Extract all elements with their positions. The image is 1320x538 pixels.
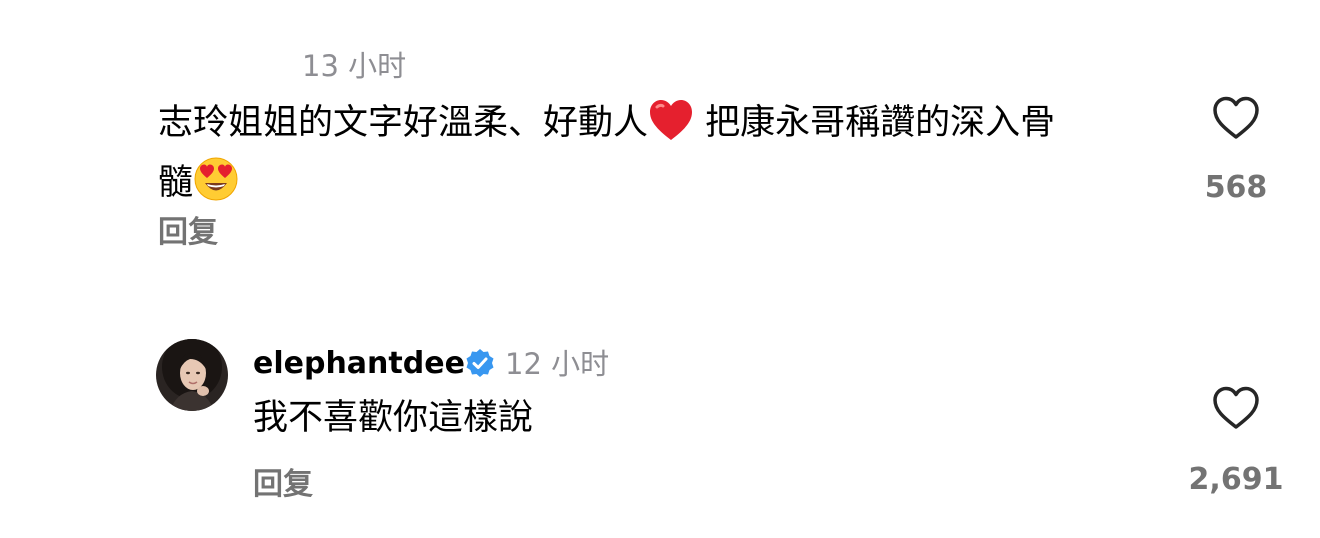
verified-badge-icon xyxy=(465,348,495,382)
like-count: 568 xyxy=(1204,170,1268,205)
reply-button[interactable]: 回复 xyxy=(253,470,313,500)
comment-text-part: 把康永哥稱讚的深入骨 xyxy=(705,103,1056,143)
comment-text-part: 志玲姐姐的文字好溫柔、好動人 xyxy=(158,103,649,143)
heart-outline-icon xyxy=(1213,96,1259,139)
comments-section: 13 小时 志玲姐姐的文字好溫柔、好動人 把康永哥稱讚的深入骨髓 回复 568 xyxy=(0,0,1320,538)
heart-eyes-face-icon xyxy=(193,156,239,216)
heart-outline-icon xyxy=(1213,386,1259,429)
like-count: 2,691 xyxy=(1188,462,1284,497)
comment-timestamp: 12 小时 xyxy=(505,347,610,381)
comment-timestamp: 13 小时 xyxy=(302,49,407,83)
comment-text-part: 髓 xyxy=(158,163,194,203)
red-heart-icon xyxy=(648,98,694,156)
comment-text: 志玲姐姐的文字好溫柔、好動人 把康永哥稱讚的深入骨髓 xyxy=(158,98,1158,216)
comment-text: 我不喜歡你這樣說 xyxy=(253,398,534,438)
reply-button[interactable]: 回复 xyxy=(158,218,218,248)
avatar[interactable] xyxy=(156,339,228,411)
like-button[interactable] xyxy=(1206,88,1266,148)
username[interactable]: elephantdee xyxy=(253,349,465,379)
like-button[interactable] xyxy=(1206,378,1266,438)
